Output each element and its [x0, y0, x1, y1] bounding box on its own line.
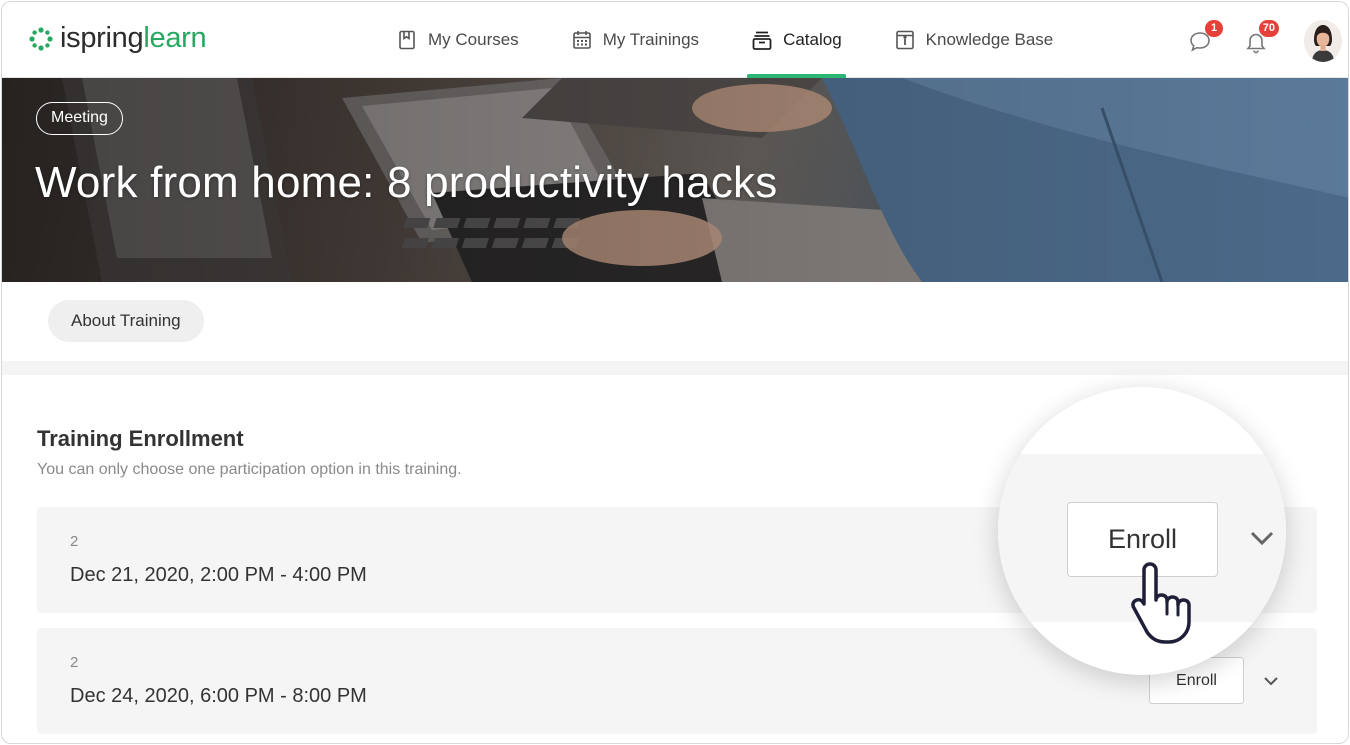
avatar-image: [1304, 20, 1342, 62]
tab-about-training[interactable]: About Training: [48, 300, 204, 342]
hero-banner: Meeting Work from home: 8 productivity h…: [2, 78, 1348, 282]
logo-text: ispringlearn: [60, 22, 207, 54]
nav-my-courses[interactable]: My Courses: [394, 2, 521, 78]
nav-label: Knowledge Base: [925, 30, 1054, 49]
session-participants: 2: [70, 533, 79, 550]
nav-label: My Courses: [428, 30, 519, 49]
hand-cursor-icon: [1131, 562, 1191, 644]
ispring-learn-logo[interactable]: ispringlearn: [28, 22, 207, 54]
enrollment-title: Training Enrollment: [37, 426, 244, 451]
messages-button[interactable]: 1: [1186, 20, 1223, 56]
main-nav: My Courses My Trainings Catalog Knowledg…: [394, 2, 1103, 78]
chevron-down-icon[interactable]: [1247, 523, 1277, 553]
session-participants: 2: [70, 654, 79, 671]
notifications-button[interactable]: 70: [1242, 20, 1279, 56]
chevron-down-icon[interactable]: [1261, 671, 1281, 691]
app-window: ispringlearn My Courses My Trainings Cat…: [1, 1, 1349, 744]
session-date: Dec 21, 2020, 2:00 PM - 4:00 PM: [70, 564, 367, 586]
enrollment-subtitle: You can only choose one participation op…: [37, 461, 462, 478]
calendar-icon: [572, 31, 591, 49]
catalog-icon: [752, 31, 772, 50]
user-avatar[interactable]: [1304, 20, 1342, 62]
training-title: Work from home: 8 productivity hacks: [35, 158, 778, 207]
book-icon: [399, 30, 415, 50]
training-type-tag: Meeting: [36, 102, 123, 135]
top-header: ispringlearn My Courses My Trainings Cat…: [2, 2, 1348, 78]
nav-my-trainings[interactable]: My Trainings: [569, 2, 701, 78]
nav-label: My Trainings: [602, 30, 700, 49]
session-date: Dec 24, 2020, 6:00 PM - 8:00 PM: [70, 685, 367, 707]
messages-badge: 1: [1205, 20, 1223, 37]
nav-knowledge-base[interactable]: Knowledge Base: [892, 2, 1056, 78]
section-divider: [2, 361, 1348, 375]
knowledge-base-icon: [895, 30, 914, 50]
training-tabs: About Training: [2, 282, 1348, 361]
notifications-badge: 70: [1258, 20, 1279, 37]
nav-label: Catalog: [783, 30, 842, 49]
nav-catalog[interactable]: Catalog: [747, 2, 846, 78]
logo-mark-icon: [29, 26, 53, 51]
